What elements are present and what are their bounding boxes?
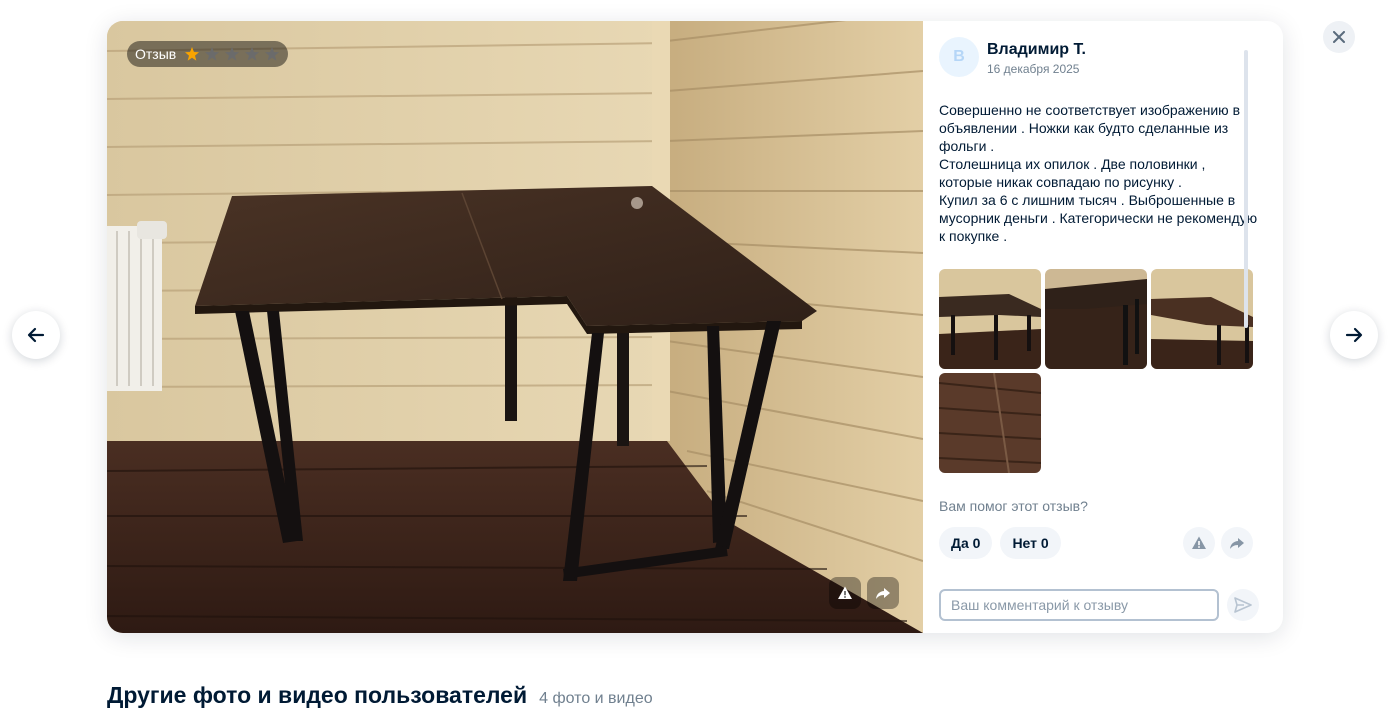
- share-review-button[interactable]: [1221, 527, 1253, 559]
- warning-icon: [838, 586, 852, 599]
- helpful-question: Вам помог этот отзыв?: [939, 498, 1088, 514]
- review-comment-input[interactable]: [939, 589, 1219, 621]
- other-media-section-header: Другие фото и видео пользователей 4 фото…: [107, 682, 653, 709]
- star-empty-icon: [225, 47, 240, 61]
- close-button[interactable]: [1323, 21, 1355, 53]
- review-photo-thumbnail-4[interactable]: [939, 373, 1041, 473]
- review-badge-label: Отзыв: [135, 46, 177, 62]
- star-empty-icon: [265, 47, 280, 61]
- star-empty-icon: [205, 47, 220, 61]
- media-count: 4 фото и видео: [539, 690, 653, 707]
- section-title: Другие фото и видео пользователей: [107, 682, 528, 708]
- send-comment-button[interactable]: [1227, 589, 1259, 621]
- desk-photo-icon: [1045, 269, 1147, 369]
- review-author: В Владимир Т. 16 декабря 2025: [939, 37, 1086, 77]
- arrow-left-icon: [27, 327, 45, 343]
- photo-report-button[interactable]: [829, 577, 861, 609]
- next-review-button[interactable]: [1330, 311, 1378, 359]
- avatar: В: [939, 37, 979, 77]
- previous-review-button[interactable]: [12, 311, 60, 359]
- review-rating-badge: Отзыв: [127, 41, 289, 67]
- review-photo-thumbnail-3[interactable]: [1151, 269, 1253, 369]
- desk-photo-icon: [939, 373, 1041, 473]
- helpful-votes: Да 0 Нет 0: [939, 527, 1061, 559]
- panel-scrollbar[interactable]: [1244, 50, 1248, 328]
- desk-photo-icon: [1151, 269, 1253, 369]
- report-review-button[interactable]: [1183, 527, 1215, 559]
- star-filled-icon: [185, 47, 200, 61]
- review-main-photo[interactable]: Отзыв: [107, 21, 923, 633]
- star-empty-icon: [245, 47, 260, 61]
- desk-photo-image: [107, 21, 923, 633]
- review-text: Совершенно не соответствует изображению …: [939, 101, 1259, 245]
- share-icon: [1230, 538, 1244, 549]
- review-details-panel: В Владимир Т. 16 декабря 2025 Совершенно…: [923, 21, 1283, 633]
- arrow-right-icon: [1345, 327, 1363, 343]
- desk-photo-icon: [939, 269, 1041, 369]
- photo-share-button[interactable]: [867, 577, 899, 609]
- review-text-line: Совершенно не соответствует изображению …: [939, 102, 1240, 154]
- review-date: 16 декабря 2025: [987, 62, 1080, 76]
- review-actions: [1183, 527, 1253, 559]
- review-modal: Отзыв В Владимир Т. 16 декабря 2025 Сове…: [107, 21, 1283, 633]
- vote-yes-button[interactable]: Да 0: [939, 527, 993, 559]
- review-text-line: Столешница их опилок . Две половинки , к…: [939, 156, 1206, 190]
- close-icon: [1333, 31, 1345, 43]
- warning-icon: [1192, 536, 1206, 549]
- author-name: Владимир Т.: [987, 41, 1086, 58]
- share-icon: [876, 588, 890, 599]
- review-photo-thumbnails: [939, 269, 1257, 473]
- review-photo-thumbnail-2[interactable]: [1045, 269, 1147, 369]
- send-icon: [1234, 597, 1252, 613]
- review-text-line: Купил за 6 с лишним тысяч . Выброшенные …: [939, 192, 1258, 244]
- photo-actions: [829, 577, 899, 609]
- review-photo-thumbnail-1[interactable]: [939, 269, 1041, 369]
- vote-no-button[interactable]: Нет 0: [1000, 527, 1061, 559]
